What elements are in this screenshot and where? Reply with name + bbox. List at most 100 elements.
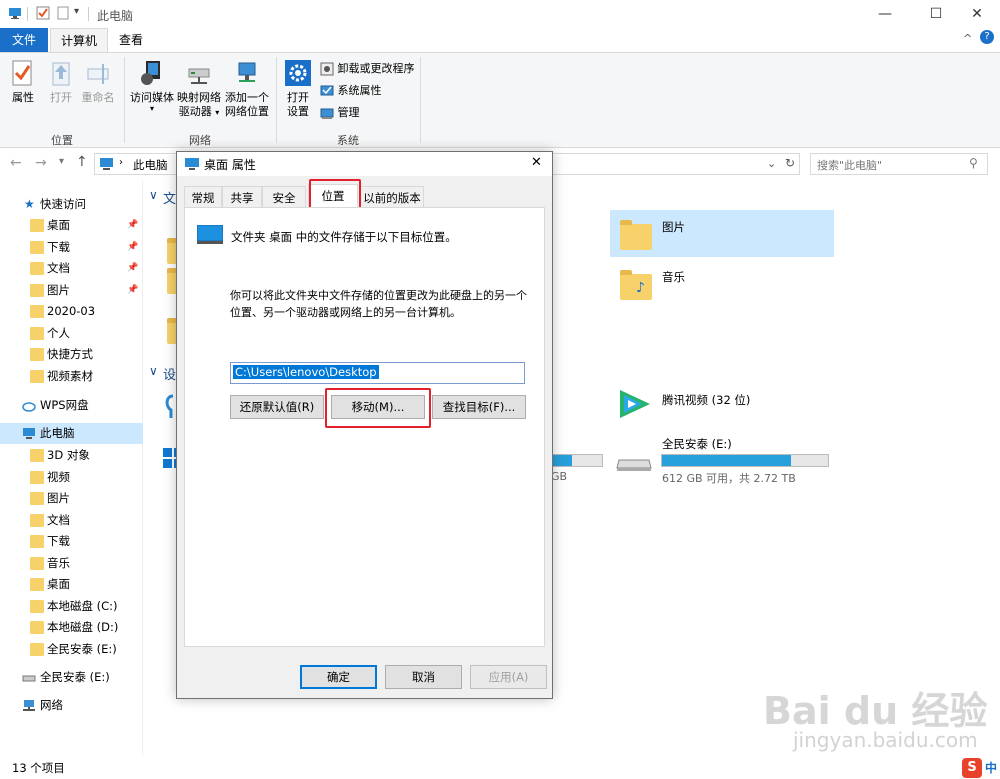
back-icon[interactable]: ← — [10, 155, 22, 171]
nav-quick-item[interactable]: 快捷方式 — [0, 344, 143, 365]
sogou-ime-icon[interactable]: S — [962, 758, 982, 778]
nav-pc-item[interactable]: 本地磁盘 (D:) — [0, 617, 143, 638]
tab-general[interactable]: 常规 — [184, 186, 222, 208]
pin-icon[interactable]: 📌 — [127, 280, 138, 301]
nav-quick-label: 个人 — [47, 325, 70, 340]
restore-default-button[interactable]: 还原默认值(R) — [230, 395, 324, 419]
pin-icon[interactable]: 📌 — [127, 237, 138, 258]
map-drive-dropdown-icon: ▾ — [215, 108, 220, 117]
manage-label: 管理 — [337, 106, 360, 119]
ime-mode-label[interactable]: 中 — [985, 757, 997, 779]
map-network-drive-label-2: 驱动器 — [178, 105, 212, 118]
drive-e-usage-bar — [661, 454, 829, 467]
folder-icon — [30, 326, 44, 340]
nav-pc-item[interactable]: 视频 — [0, 467, 143, 488]
dialog-tabs: 常规 共享 安全 位置 以前的版本 — [184, 184, 546, 208]
folder-icon — [30, 240, 44, 254]
new-folder-quick-icon[interactable] — [56, 6, 70, 20]
nav-quick-item[interactable]: 图片 📌 — [0, 280, 143, 301]
nav-pc-item[interactable]: 3D 对象 — [0, 445, 143, 466]
open-settings-button[interactable]: 打开 设置 — [282, 59, 314, 119]
nav-quick-item[interactable]: 下载 📌 — [0, 237, 143, 258]
pictures-folder-icon — [620, 220, 652, 250]
forward-icon[interactable]: → — [35, 155, 47, 171]
nav-pc-item[interactable]: 下载 — [0, 531, 143, 552]
refresh-icon[interactable]: ↻ — [785, 156, 795, 170]
access-media-dropdown-icon: ▾ — [149, 104, 154, 113]
quick-access-dropdown-icon[interactable]: ▾ — [74, 6, 79, 17]
nav-pc-item[interactable]: 本地磁盘 (C:) — [0, 596, 143, 617]
pin-icon[interactable]: 📌 — [127, 215, 138, 236]
tab-security[interactable]: 安全 — [262, 186, 306, 208]
nav-quick-item[interactable]: 个人 — [0, 323, 143, 344]
access-media-button[interactable]: 访问媒体 ▾ — [128, 59, 176, 113]
close-button[interactable]: ✕ — [954, 0, 1000, 28]
pin-icon[interactable]: 📌 — [127, 258, 138, 279]
add-network-location-button[interactable]: 添加一个 网络位置 — [223, 59, 271, 119]
nav-quick-item[interactable]: 2020-03 — [0, 301, 143, 322]
nav-quick-item[interactable]: 视频素材 — [0, 366, 143, 387]
tab-previous-versions[interactable]: 以前的版本 — [360, 186, 424, 208]
drive-e-item[interactable]: 全民安泰 (E:) 612 GB 可用，共 2.72 TB — [610, 434, 834, 490]
search-input[interactable]: 搜索"此电脑" ⚲ — [810, 153, 988, 175]
rename-icon — [87, 64, 109, 84]
properties-quick-icon[interactable] — [36, 6, 50, 20]
recent-locations-icon[interactable]: ▾ — [59, 156, 64, 167]
nav-network[interactable]: 网络 — [0, 695, 143, 716]
nav-pc-item[interactable]: 图片 — [0, 488, 143, 509]
tab-file[interactable]: 文件 — [0, 28, 48, 52]
uninstall-program-label: 卸载或更改程序 — [337, 62, 415, 75]
nav-quick-item[interactable]: 文档 📌 — [0, 258, 143, 279]
media-icon — [141, 61, 160, 85]
properties-icon — [12, 60, 32, 86]
ribbon: 属性 打开 重命名 位置 访问媒体 ▾ 映射网络 驱动器 ▾ 添加一个 网络位置… — [0, 52, 1000, 148]
section-chevron-icon[interactable]: ∨ — [149, 188, 158, 202]
rename-button[interactable]: 重命名 — [80, 59, 116, 105]
tab-computer[interactable]: 计算机 — [50, 28, 108, 52]
folder-music-label: 音乐 — [662, 270, 685, 284]
collapse-ribbon-icon[interactable]: ^ — [963, 32, 972, 45]
maximize-button[interactable]: ☐ — [913, 0, 959, 28]
search-icon[interactable]: ⚲ — [969, 156, 978, 170]
nav-pc-item[interactable]: 音乐 — [0, 553, 143, 574]
system-properties-button[interactable]: 系统属性 — [320, 83, 382, 99]
up-icon[interactable]: ↑ — [76, 154, 88, 170]
nav-pc-item[interactable]: 全民安泰 (E:) — [0, 639, 143, 660]
map-network-drive-button[interactable]: 映射网络 驱动器 ▾ — [176, 59, 222, 120]
address-dropdown-icon[interactable]: ⌄ — [767, 157, 776, 170]
folder-music-item[interactable]: ♪ 音乐 — [610, 260, 834, 307]
nav-drive-e[interactable]: 全民安泰 (E:) — [0, 667, 143, 688]
cancel-button[interactable]: 取消 — [385, 665, 462, 689]
app-tencent-video[interactable]: 腾讯视频 (32 位) — [610, 380, 834, 430]
section-chevron-icon[interactable]: ∨ — [149, 364, 158, 378]
nav-quick-item[interactable]: 桌面 📌 — [0, 215, 143, 236]
help-icon[interactable]: ? — [980, 30, 994, 44]
music-note-icon: ♪ — [636, 280, 645, 296]
nav-quick-access[interactable]: ★ 快速访问 — [0, 194, 143, 215]
breadcrumb-chevron-icon[interactable]: › — [119, 157, 123, 168]
folder-pictures-item[interactable]: 图片 — [610, 210, 834, 257]
open-button[interactable]: 打开 — [46, 59, 76, 105]
nav-pc-item[interactable]: 文档 — [0, 510, 143, 531]
open-settings-label-2: 设置 — [287, 105, 309, 118]
nav-pc-label: 音乐 — [47, 555, 70, 570]
rename-label: 重命名 — [81, 91, 115, 104]
ok-button[interactable]: 确定 — [300, 665, 377, 689]
minimize-button[interactable]: — — [862, 0, 908, 28]
dialog-close-button[interactable]: ✕ — [531, 155, 542, 170]
nav-this-pc[interactable]: 此电脑 — [0, 423, 143, 444]
manage-button[interactable]: 管理 — [320, 105, 360, 121]
apply-button[interactable]: 应用(A) — [470, 665, 547, 689]
nav-wps-cloud[interactable]: WPS网盘 — [0, 395, 143, 416]
breadcrumb-this-pc[interactable]: 此电脑 — [133, 157, 168, 173]
properties-button[interactable]: 属性 — [6, 59, 40, 105]
uninstall-program-button[interactable]: 卸载或更改程序 — [320, 61, 415, 77]
nav-pc-item[interactable]: 桌面 — [0, 574, 143, 595]
map-network-drive-label-1: 映射网络 — [177, 91, 221, 104]
tab-sharing[interactable]: 共享 — [222, 186, 262, 208]
nav-quick-label: 下载 — [47, 239, 70, 254]
find-target-button[interactable]: 查找目标(F)... — [432, 395, 526, 419]
nav-quick-label: 快捷方式 — [47, 347, 93, 361]
tab-view[interactable]: 查看 — [110, 28, 152, 52]
location-path-input[interactable]: C:\Users\lenovo\Desktop — [230, 362, 525, 384]
